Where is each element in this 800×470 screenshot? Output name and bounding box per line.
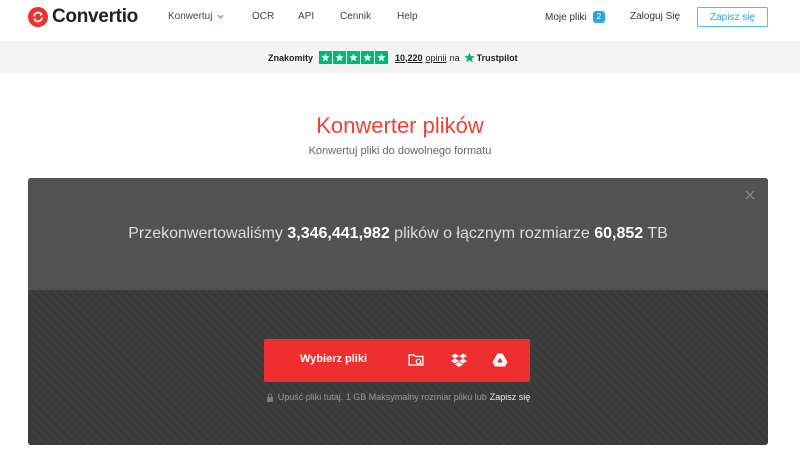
trustpilot-widget[interactable]: Znakomity 10,220 opinii na Trustpilot <box>268 50 518 65</box>
convertio-logo-icon <box>28 7 48 27</box>
star-icon <box>375 51 389 64</box>
rating-stars <box>319 51 389 64</box>
review-count[interactable]: 10,220 opinii na <box>395 53 460 63</box>
converter-panel: Przekonwertowaliśmy 3,346,441,982 plików… <box>28 178 768 445</box>
choose-files-label: Wybierz pliki <box>300 353 368 365</box>
nav-konwertuj-label: Konwertuj <box>168 11 213 22</box>
nav-konwertuj[interactable]: Konwertuj <box>168 11 224 22</box>
conversion-stats: Przekonwertowaliśmy 3,346,441,982 plików… <box>28 225 768 243</box>
dropbox-icon[interactable] <box>450 351 468 369</box>
nav-cennik[interactable]: Cennik <box>340 11 371 22</box>
drop-note-signup-link[interactable]: Zapisz się <box>490 392 531 402</box>
star-icon <box>361 51 375 64</box>
close-icon[interactable] <box>744 189 756 201</box>
stats-prefix: Przekonwertowaliśmy <box>128 225 283 242</box>
stats-middle: plików o łącznym rozmiarze <box>394 225 590 242</box>
total-size: 60,852 <box>594 225 644 242</box>
my-files-count-badge: 2 <box>592 11 606 23</box>
stats-unit: TB <box>647 225 668 242</box>
star-icon <box>333 51 347 64</box>
choose-files-button[interactable]: Wybierz pliki <box>264 339 530 382</box>
signup-button[interactable]: Zapisz się <box>697 7 768 27</box>
folder-search-icon[interactable] <box>407 351 425 369</box>
reviews-word: opinii <box>425 52 447 63</box>
lock-icon <box>266 392 273 402</box>
my-files-label: Moje pliki <box>545 11 587 23</box>
top-header: Convertio Konwertuj OCR API Cennik Help … <box>0 0 800 36</box>
brand-name: Convertio <box>52 6 138 27</box>
login-link[interactable]: Zaloguj Się <box>630 11 680 22</box>
nav-help[interactable]: Help <box>397 11 418 22</box>
chevron-down-icon <box>217 14 224 19</box>
star-icon <box>347 51 361 64</box>
page-title: Konwerter plików <box>316 113 484 138</box>
nav-ocr[interactable]: OCR <box>252 11 274 22</box>
files-count: 3,346,441,982 <box>287 225 390 242</box>
on-word: na <box>449 52 460 63</box>
trustpilot-star-icon <box>463 52 475 63</box>
my-files-link[interactable]: Moje pliki 2 <box>545 11 606 23</box>
star-icon <box>319 51 333 64</box>
review-count-number: 10,220 <box>395 52 423 63</box>
trustpilot-bar: Znakomity 10,220 opinii na Trustpilot <box>0 41 800 73</box>
rating-label: Znakomity <box>268 52 314 63</box>
trustpilot-name: Trustpilot <box>476 52 518 63</box>
page-subtitle: Konwertuj pliki do dowolnego formatu <box>308 145 492 157</box>
stats-panel: Przekonwertowaliśmy 3,346,441,982 plików… <box>28 178 768 290</box>
drop-note: Upuść pliki tutaj. 1 GB Maksymalny rozmi… <box>28 392 768 402</box>
brand-logo[interactable]: Convertio <box>28 6 138 28</box>
drop-note-text: Upuść pliki tutaj. 1 GB Maksymalny rozmi… <box>277 392 487 402</box>
nav-api[interactable]: API <box>298 11 314 22</box>
google-drive-icon[interactable] <box>491 351 509 369</box>
